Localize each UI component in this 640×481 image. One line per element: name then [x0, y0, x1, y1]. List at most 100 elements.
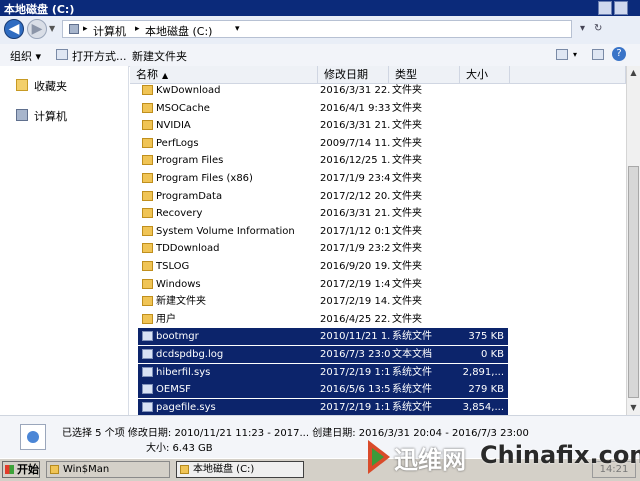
folder-icon [142, 190, 153, 201]
file-row[interactable]: 新建文件夹 2017/2/19 14... 文件夹 [138, 293, 508, 310]
minimize-button[interactable] [598, 1, 612, 15]
file-row[interactable]: TDDownload 2017/1/9 23:29 文件夹 [138, 240, 508, 257]
organize-menu[interactable]: 组织 ▾ [10, 48, 41, 64]
file-row[interactable]: NVIDIA 2016/3/31 21... 文件夹 [138, 117, 508, 134]
file-row[interactable]: OEMSF 2016/5/6 13:53 系统文件 279 KB [138, 381, 508, 399]
file-date: 2017/2/19 1:13 [320, 366, 390, 378]
file-row[interactable]: pagefile.sys 2017/2/19 1:14 系统文件 3,854,... [138, 398, 508, 415]
start-button[interactable]: 开始 [2, 461, 40, 478]
file-row[interactable]: TSLOG 2016/9/20 19... 文件夹 [138, 258, 508, 275]
file-name: MSOCache [156, 102, 210, 114]
file-date: 2016/12/25 1... [320, 155, 390, 167]
file-date: 2016/5/6 13:53 [320, 384, 390, 396]
help-icon[interactable]: ? [612, 47, 626, 61]
computer-icon [69, 24, 79, 34]
address-dropdown-icon[interactable]: ▾ [580, 23, 585, 34]
file-list: 名称 ▲ 修改日期 类型 大小 KwDownload 2016/3/31 22...… [130, 66, 626, 415]
view-dropdown-icon[interactable]: ▾ [573, 50, 577, 59]
folder-icon [142, 313, 153, 324]
file-row[interactable]: Program Files (x86) 2017/1/9 23:43 文件夹 [138, 170, 508, 187]
open-with-button[interactable]: 打开方式... [72, 48, 127, 64]
file-name: bootmgr [156, 331, 199, 343]
sidebar-item-computer[interactable]: 计算机 [16, 108, 67, 124]
forward-button[interactable]: ▶ [27, 19, 47, 39]
file-type: 文件夹 [392, 155, 422, 167]
file-name: System Volume Information [156, 225, 295, 237]
sidebar-item-label: 收藏夹 [34, 80, 67, 93]
file-date: 2010/11/21 1... [320, 331, 390, 343]
file-date: 2016/3/31 21... [320, 120, 390, 132]
file-type: 文件夹 [392, 313, 422, 325]
breadcrumb-separator: ▸ [135, 24, 140, 34]
file-date: 2017/2/19 14... [320, 296, 390, 308]
file-type: 文件夹 [392, 208, 422, 220]
back-button[interactable]: ◀ [4, 19, 24, 39]
file-row[interactable]: bootmgr 2010/11/21 1... 系统文件 375 KB [138, 328, 508, 346]
folder-icon [142, 278, 153, 289]
column-label: 类型 [395, 68, 417, 81]
app-icon [50, 465, 59, 474]
scroll-up-icon[interactable]: ▲ [627, 66, 640, 80]
sidebar-item-favorites[interactable]: 收藏夹 [16, 78, 67, 94]
new-folder-button[interactable]: 新建文件夹 [132, 48, 187, 64]
file-row[interactable]: Program Files 2016/12/25 1... 文件夹 [138, 152, 508, 169]
file-row[interactable]: Recovery 2016/3/31 21... 文件夹 [138, 205, 508, 222]
breadcrumb-separator: ▸ [83, 24, 88, 34]
star-folder-icon [16, 79, 28, 91]
file-icon [142, 366, 153, 377]
file-row[interactable]: Windows 2017/2/19 1:49 文件夹 [138, 276, 508, 293]
scroll-down-icon[interactable]: ▼ [627, 401, 640, 415]
file-icon [142, 331, 153, 342]
command-bar: 组织 ▾ 打开方式... 新建文件夹 ▾ ? [0, 44, 640, 67]
file-date: 2009/7/14 11... [320, 137, 390, 149]
breadcrumb-dropdown-icon[interactable]: ▾ [235, 24, 240, 34]
file-name: KwDownload [156, 85, 221, 96]
breadcrumb-computer[interactable]: 计算机 [93, 23, 126, 39]
folder-icon [142, 173, 153, 183]
file-row[interactable]: dcdspdbg.log 2016/7/3 23:00 文本文档 0 KB [138, 346, 508, 363]
folder-icon [142, 243, 153, 254]
file-row[interactable]: hiberfil.sys 2017/2/19 1:13 系统文件 2,891,... [138, 363, 508, 381]
file-icon [142, 384, 153, 395]
refresh-icon[interactable]: ↻ [594, 23, 602, 34]
view-options-icon[interactable] [556, 49, 568, 60]
file-row[interactable]: PerfLogs 2009/7/14 11... 文件夹 [138, 135, 508, 152]
folder-icon [142, 85, 153, 95]
file-size: 279 KB [468, 384, 504, 396]
windows-flag-icon [5, 465, 14, 474]
folder-icon [142, 120, 153, 131]
title-bar: 本地磁盘 (C:) [0, 0, 640, 16]
file-row[interactable]: KwDownload 2016/3/31 22... 文件夹 [138, 82, 508, 99]
column-label: 大小 [466, 68, 488, 81]
history-dropdown-icon[interactable]: ▼ [49, 24, 55, 33]
file-date: 2017/2/19 1:49 [320, 278, 390, 290]
file-name: Program Files [156, 155, 224, 167]
multi-file-icon [20, 424, 46, 450]
file-size: 3,854,... [462, 401, 504, 413]
taskbar-item-explorer[interactable]: 本地磁盘 (C:) [176, 461, 304, 478]
file-name: OEMSF [156, 384, 191, 396]
file-row[interactable]: MSOCache 2016/4/1 9:33 文件夹 [138, 100, 508, 117]
breadcrumb[interactable]: ▸ 计算机 ▸ 本地磁盘 (C:) ▾ [62, 20, 572, 38]
file-date: 2017/2/19 1:14 [320, 401, 390, 413]
address-bar: ◀ ▶ ▼ ▸ 计算机 ▸ 本地磁盘 (C:) ▾ ▾ ↻ [0, 16, 640, 45]
file-name: Program Files (x86) [156, 173, 253, 184]
file-type: 文件夹 [392, 173, 422, 184]
file-date: 2016/3/31 21... [320, 208, 390, 220]
file-date: 2016/7/3 23:00 [320, 349, 390, 360]
file-row[interactable]: 用户 2016/4/25 22... 文件夹 [138, 311, 508, 328]
file-name: TDDownload [156, 243, 220, 255]
file-type: 文件夹 [392, 225, 422, 237]
preview-pane-icon[interactable] [592, 49, 604, 60]
maximize-button[interactable] [614, 1, 628, 15]
taskbar-item-winsman[interactable]: Win$Man [46, 461, 170, 478]
file-name: 用户 [156, 313, 176, 325]
folder-icon [142, 102, 153, 113]
file-date: 2017/1/12 0:15 [320, 225, 390, 237]
vertical-scrollbar[interactable]: ▲ ▼ [626, 66, 640, 415]
breadcrumb-drive[interactable]: 本地磁盘 (C:) [145, 23, 212, 39]
file-row[interactable]: ProgramData 2017/2/12 20... 文件夹 [138, 188, 508, 205]
file-row[interactable]: System Volume Information 2017/1/12 0:15 文… [138, 223, 508, 240]
file-name: NVIDIA [156, 120, 191, 132]
scrollbar-thumb[interactable] [628, 166, 639, 398]
